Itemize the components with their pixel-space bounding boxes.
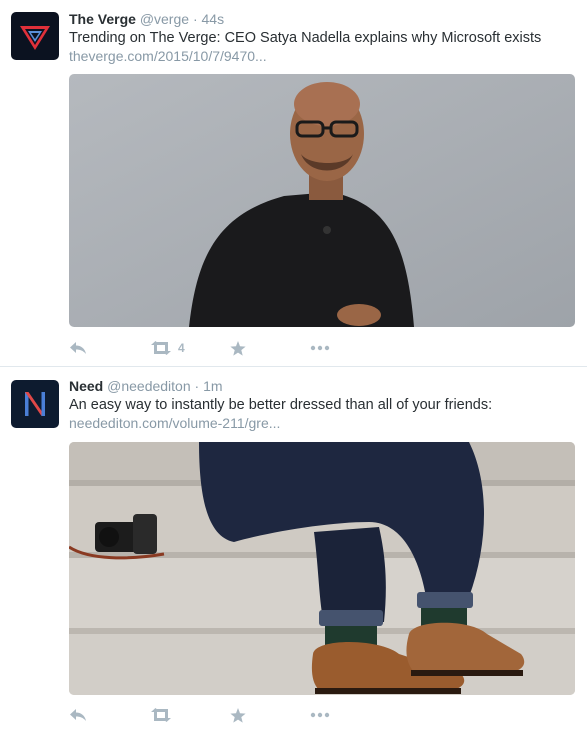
more-button[interactable] xyxy=(310,705,330,725)
more-icon xyxy=(310,712,330,718)
retweet-button[interactable] xyxy=(150,705,178,725)
retweet-count: 4 xyxy=(178,341,185,355)
retweet-icon xyxy=(151,341,171,355)
tweet-link[interactable]: needediton.com/volume-211/gre... xyxy=(69,414,280,432)
need-logo-icon xyxy=(25,392,45,416)
photo-image xyxy=(69,74,575,327)
tweet-actions xyxy=(69,705,369,725)
retweet-icon xyxy=(151,708,171,722)
favorite-button[interactable] xyxy=(230,705,246,725)
timestamp[interactable]: 44s xyxy=(202,11,225,27)
tweet-link[interactable]: theverge.com/2015/10/7/9470... xyxy=(69,47,267,65)
star-icon xyxy=(230,707,246,723)
retweet-button[interactable]: 4 xyxy=(150,338,185,358)
reply-button[interactable] xyxy=(69,705,87,725)
tweet-header: Need @needediton · 1m xyxy=(69,377,223,395)
author-handle[interactable]: @needediton xyxy=(107,378,191,394)
tweet-need[interactable]: Need @needediton · 1m An easy way to ins… xyxy=(0,367,587,736)
verge-avatar[interactable] xyxy=(11,12,59,60)
timestamp[interactable]: 1m xyxy=(203,378,222,394)
more-icon xyxy=(310,345,330,351)
tweet-photo-outfit[interactable] xyxy=(69,442,575,695)
separator: · xyxy=(192,11,198,27)
tweet-header: The Verge @verge · 44s xyxy=(69,10,224,28)
author-name[interactable]: Need xyxy=(69,378,103,394)
need-avatar[interactable] xyxy=(11,380,59,428)
photo-image xyxy=(69,442,575,695)
reply-icon xyxy=(70,342,86,354)
tweet-photo-nadella[interactable] xyxy=(69,74,575,327)
verge-logo-icon xyxy=(20,26,50,50)
author-name[interactable]: The Verge xyxy=(69,11,136,27)
favorite-button[interactable] xyxy=(230,338,246,358)
tweet-actions: 4 xyxy=(69,338,369,358)
tweet-text: An easy way to instantly be better dress… xyxy=(69,397,493,413)
reply-button[interactable] xyxy=(69,338,87,358)
reply-icon xyxy=(70,709,86,721)
tweet-text: Trending on The Verge: CEO Satya Nadella… xyxy=(69,30,542,46)
author-handle[interactable]: @verge xyxy=(140,11,189,27)
more-button[interactable] xyxy=(310,338,330,358)
tweet-verge[interactable]: The Verge @verge · 44s Trending on The V… xyxy=(0,0,587,367)
separator: · xyxy=(194,378,200,394)
star-icon xyxy=(230,340,246,356)
